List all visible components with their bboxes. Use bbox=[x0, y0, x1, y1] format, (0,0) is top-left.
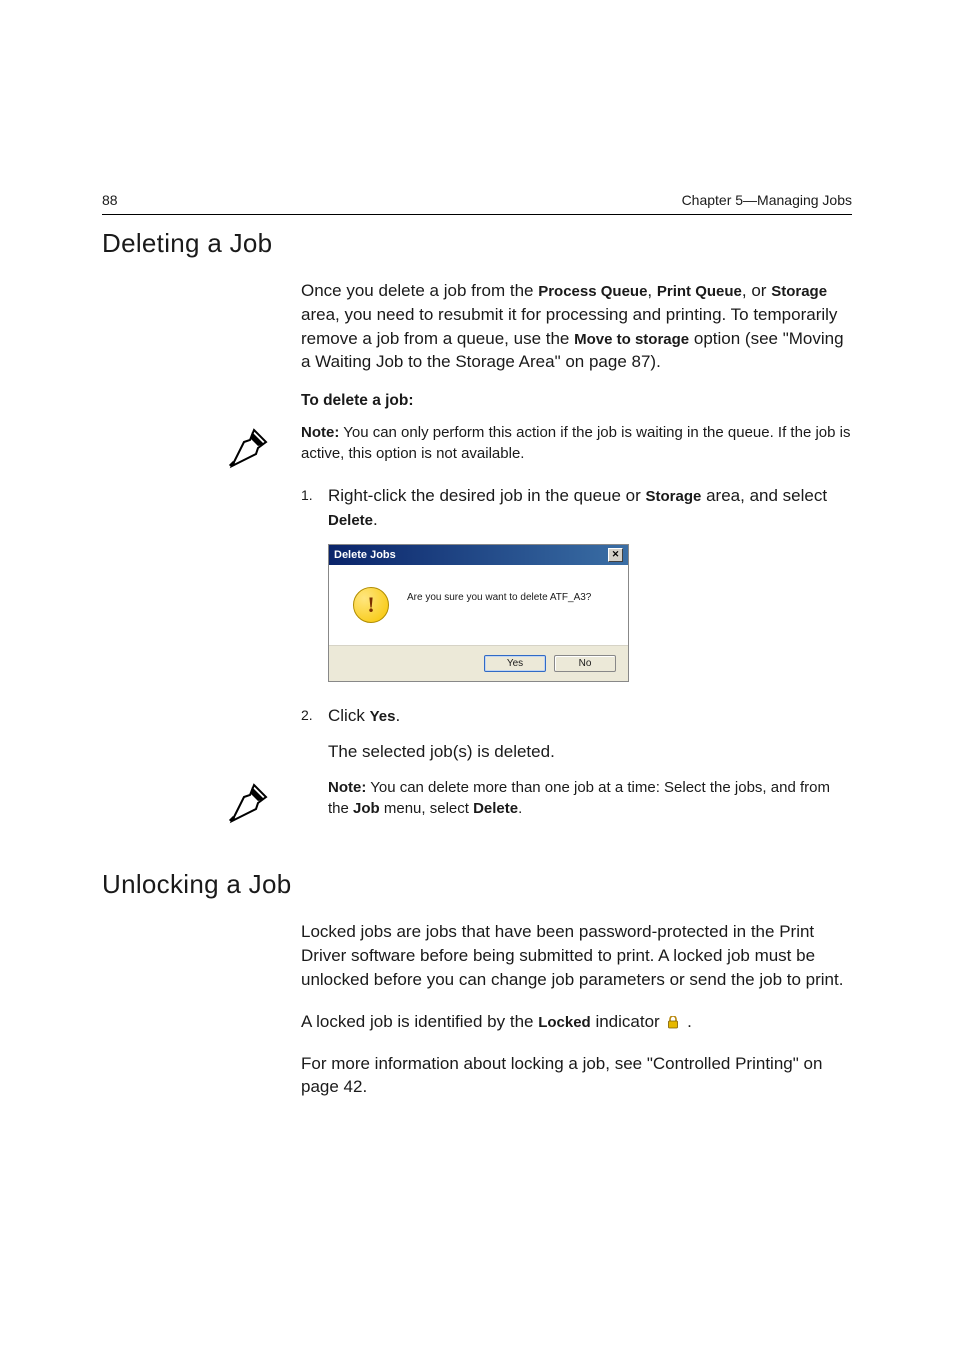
unlock-para-1: Locked jobs are jobs that have been pass… bbox=[301, 920, 852, 991]
chapter-label: Chapter 5—Managing Jobs bbox=[682, 192, 852, 208]
yes-label: Yes bbox=[370, 708, 396, 725]
dialog-no-button[interactable]: No bbox=[554, 655, 616, 672]
to-delete-subheading: To delete a job: bbox=[301, 392, 852, 410]
step-2-number: 2. bbox=[301, 704, 328, 728]
dialog-body: ! Are you sure you want to delete ATF_A3… bbox=[329, 565, 628, 645]
delete-label: Delete bbox=[328, 512, 373, 529]
deleting-job-heading: Deleting a Job bbox=[102, 228, 852, 259]
header-divider bbox=[102, 214, 852, 215]
storage-area-label: Storage bbox=[646, 488, 702, 505]
step-1: 1. Right-click the desired job in the qu… bbox=[301, 484, 852, 532]
job-menu-label: Job bbox=[353, 800, 380, 817]
step-2-text: Click Yes. bbox=[328, 704, 400, 728]
locked-indicator-label: Locked bbox=[538, 1014, 591, 1031]
dialog-title: Delete Jobs bbox=[334, 549, 396, 561]
note-1-text: Note: You can only perform this action i… bbox=[301, 422, 852, 464]
dialog-button-row: Yes No bbox=[329, 645, 628, 681]
step-2-result: The selected job(s) is deleted. bbox=[328, 740, 852, 764]
lock-icon bbox=[666, 1016, 680, 1029]
process-queue-label: Process Queue bbox=[538, 283, 647, 300]
exclamation-icon: ! bbox=[367, 592, 374, 618]
dialog-close-button[interactable]: ✕ bbox=[608, 548, 623, 562]
dialog-titlebar: Delete Jobs ✕ bbox=[329, 545, 628, 565]
delete-jobs-dialog: Delete Jobs ✕ ! Are you sure you want to… bbox=[328, 544, 629, 682]
step-2: 2. Click Yes. bbox=[301, 704, 852, 728]
dialog-message: Are you sure you want to delete ATF_A3? bbox=[407, 592, 591, 617]
storage-label: Storage bbox=[771, 283, 827, 300]
move-to-storage-label: Move to storage bbox=[574, 331, 689, 348]
unlocking-job-heading: Unlocking a Job bbox=[102, 869, 852, 900]
note-block-1: Note: You can only perform this action i… bbox=[301, 422, 852, 464]
step-1-number: 1. bbox=[301, 484, 328, 532]
print-queue-label: Print Queue bbox=[657, 283, 742, 300]
dialog-yes-button[interactable]: Yes bbox=[484, 655, 546, 672]
delete-intro-paragraph: Once you delete a job from the Process Q… bbox=[301, 279, 852, 374]
note-2-text: Note: You can delete more than one job a… bbox=[328, 777, 852, 819]
page-header: 88 Chapter 5—Managing Jobs bbox=[102, 192, 852, 212]
unlock-para-3: For more information about locking a job… bbox=[301, 1052, 852, 1100]
delete-menu-label: Delete bbox=[473, 800, 518, 817]
page-number: 88 bbox=[102, 192, 118, 208]
note-block-2: Note: You can delete more than one job a… bbox=[328, 777, 852, 819]
pushpin-icon bbox=[226, 424, 272, 470]
warning-icon: ! bbox=[353, 587, 389, 623]
step-1-text: Right-click the desired job in the queue… bbox=[328, 484, 852, 532]
unlock-para-2: A locked job is identified by the Locked… bbox=[301, 1010, 852, 1034]
pushpin-icon bbox=[226, 779, 272, 825]
